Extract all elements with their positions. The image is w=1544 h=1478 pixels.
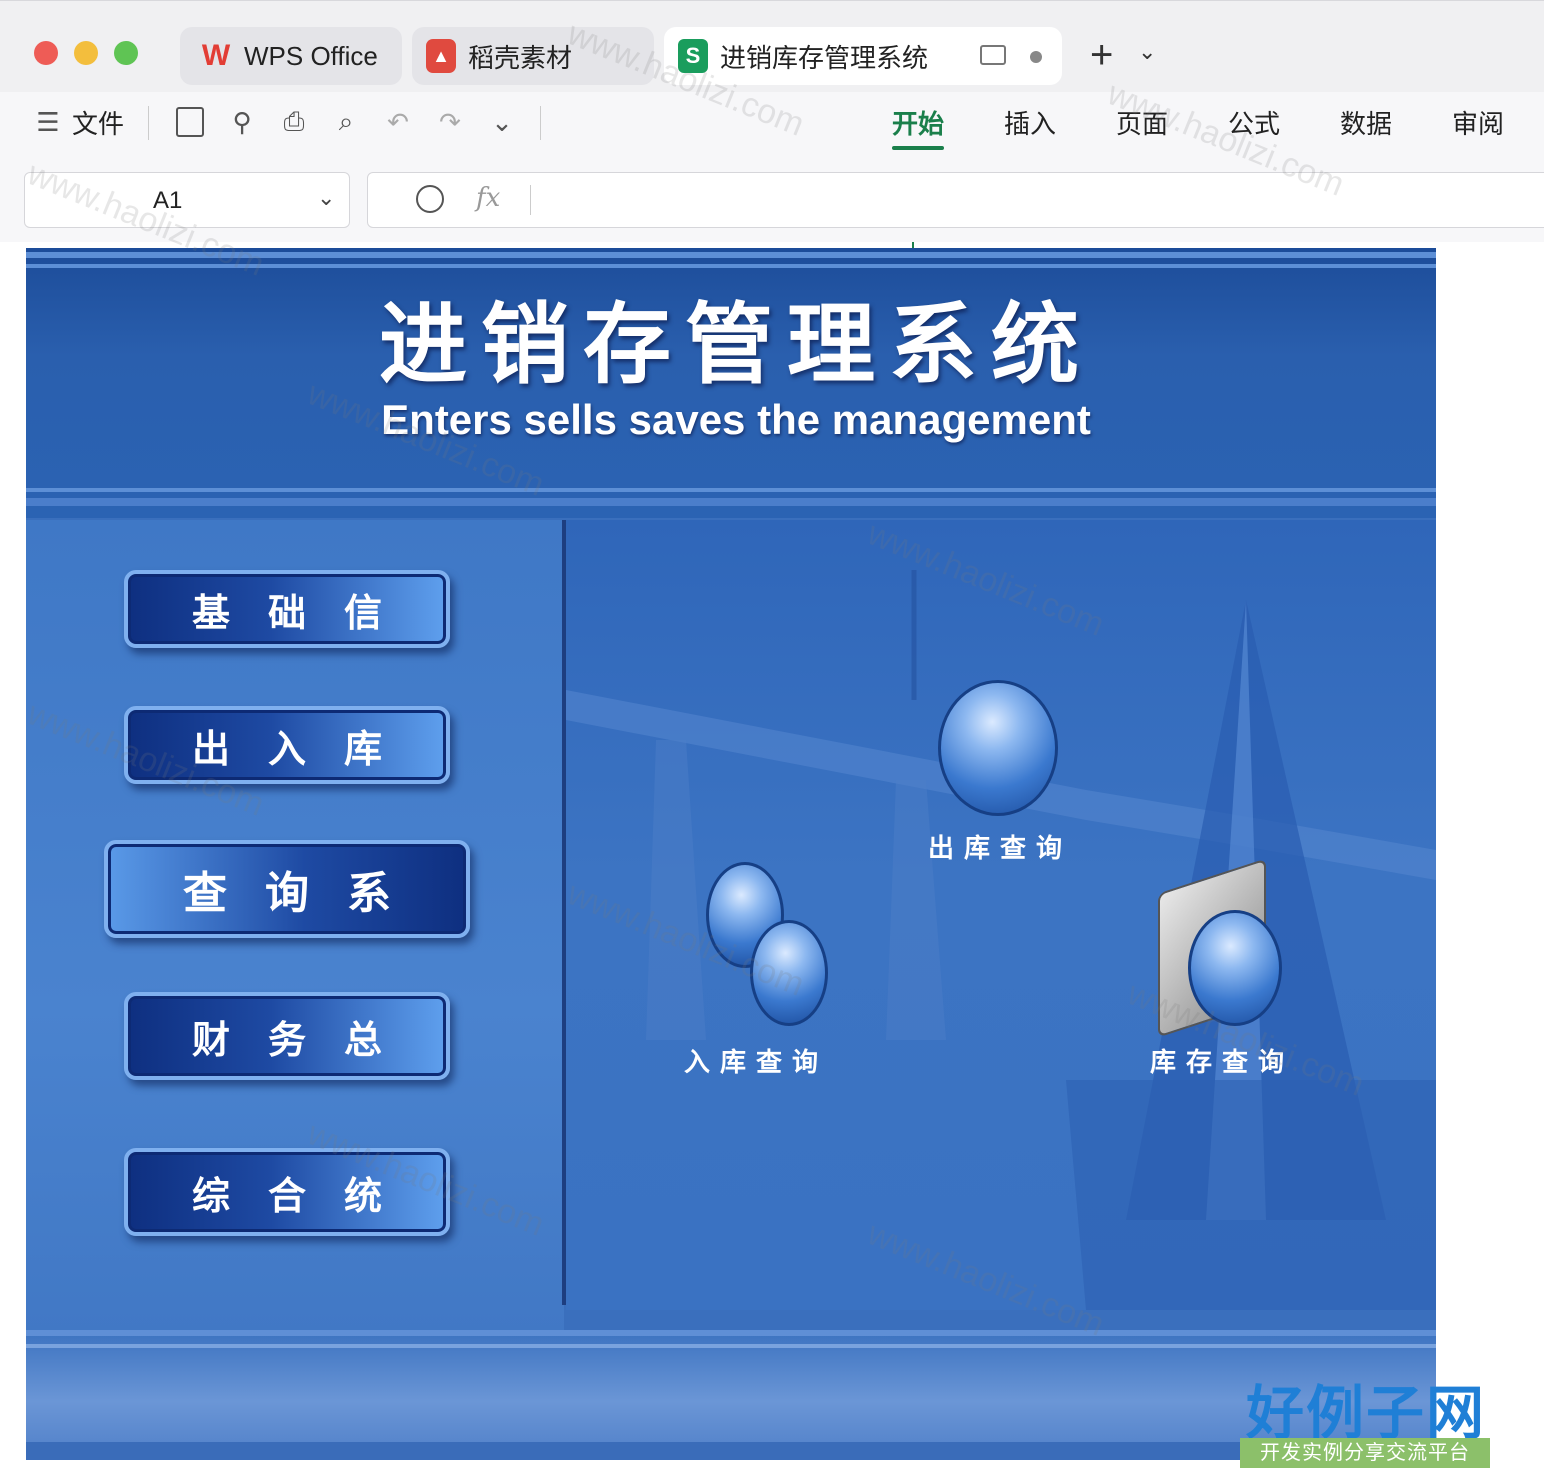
tower-base: [1066, 1080, 1436, 1310]
new-tab-plus-icon[interactable]: +: [1090, 33, 1113, 77]
close-window-icon[interactable]: [34, 41, 58, 65]
tab-wps-office[interactable]: W WPS Office: [180, 27, 402, 85]
undo-icon[interactable]: ↶: [380, 102, 416, 142]
print-preview-icon[interactable]: ⌕: [328, 102, 364, 142]
docer-icon: ▲: [426, 39, 456, 73]
zoom-out-icon[interactable]: [416, 185, 444, 213]
redo-icon[interactable]: ↷: [432, 102, 468, 142]
tab-review[interactable]: 审阅: [1452, 104, 1504, 141]
zoom-window-icon[interactable]: [114, 41, 138, 65]
file-menu[interactable]: 文件: [72, 104, 124, 141]
toolbar-divider: [148, 106, 149, 140]
bridge-pillar: [886, 780, 946, 1040]
outbound-query-icon[interactable]: [938, 680, 1058, 816]
active-tab-underline: [892, 146, 944, 150]
query-content-panel: [566, 520, 1436, 1310]
hamburger-menu-icon[interactable]: ☰: [30, 102, 66, 142]
toolbar-divider: [540, 106, 541, 140]
header-stripe: [26, 498, 1436, 506]
tab-label: 稻壳素材: [468, 42, 573, 73]
finance-summary-button[interactable]: 财务总: [124, 992, 450, 1080]
header-stripe: [26, 488, 1436, 492]
format-painter-icon[interactable]: ⚲: [224, 102, 260, 142]
monitor-icon[interactable]: [980, 45, 1006, 65]
more-chevron-icon[interactable]: ⌄: [484, 102, 520, 142]
unsaved-dot-icon: [1030, 51, 1042, 63]
app-title-cn: 进销存管理系统: [378, 292, 1093, 396]
fx-divider: [530, 185, 531, 215]
minimize-window-icon[interactable]: [74, 41, 98, 65]
fx-icon[interactable]: fx: [476, 183, 500, 213]
site-logo: 好例子网 开发实例分享交流平台: [1238, 1366, 1494, 1470]
app-footer: [26, 1330, 1436, 1460]
background-illustration: [566, 570, 1436, 1310]
inbound-query-label[interactable]: 入库查询: [684, 1042, 828, 1079]
print-icon[interactable]: ⎙: [276, 102, 312, 142]
tab-data[interactable]: 数据: [1340, 104, 1392, 141]
app-header: 进销存管理系统 Enters sells saves the managemen…: [26, 248, 1436, 518]
footer-stripe: [26, 1344, 1436, 1348]
wps-logo-icon: W: [201, 39, 231, 72]
footer-stripe: [26, 1442, 1436, 1460]
outbound-query-label[interactable]: 出库查询: [928, 828, 1072, 865]
footer-stripe: [26, 1330, 1436, 1336]
bridge-pillar: [646, 740, 706, 1040]
name-box-chevron-icon[interactable]: ⌄: [317, 185, 335, 211]
tab-insert[interactable]: 插入: [1004, 104, 1056, 141]
site-logo-sub: 开发实例分享交流平台: [1240, 1438, 1490, 1468]
query-system-button[interactable]: 查询系: [104, 840, 470, 938]
inventory-app-panel: 进销存管理系统 Enters sells saves the managemen…: [26, 248, 1436, 1460]
window-titlebar: W WPS Office ▲ 稻壳素材 S 进销库存管理系统 + ⌄: [0, 0, 1544, 93]
basic-info-button[interactable]: 基础信: [124, 570, 450, 648]
formula-input[interactable]: fx: [367, 172, 1544, 228]
tab-label: 进销库存管理系统: [720, 42, 929, 73]
app-title-en: Enters sells saves the management: [381, 396, 1091, 443]
tabs-dropdown-chevron-icon[interactable]: ⌄: [1138, 39, 1156, 65]
tab-label: WPS Office: [244, 40, 378, 71]
tab-start[interactable]: 开始: [892, 104, 944, 141]
save-icon[interactable]: [172, 102, 208, 142]
